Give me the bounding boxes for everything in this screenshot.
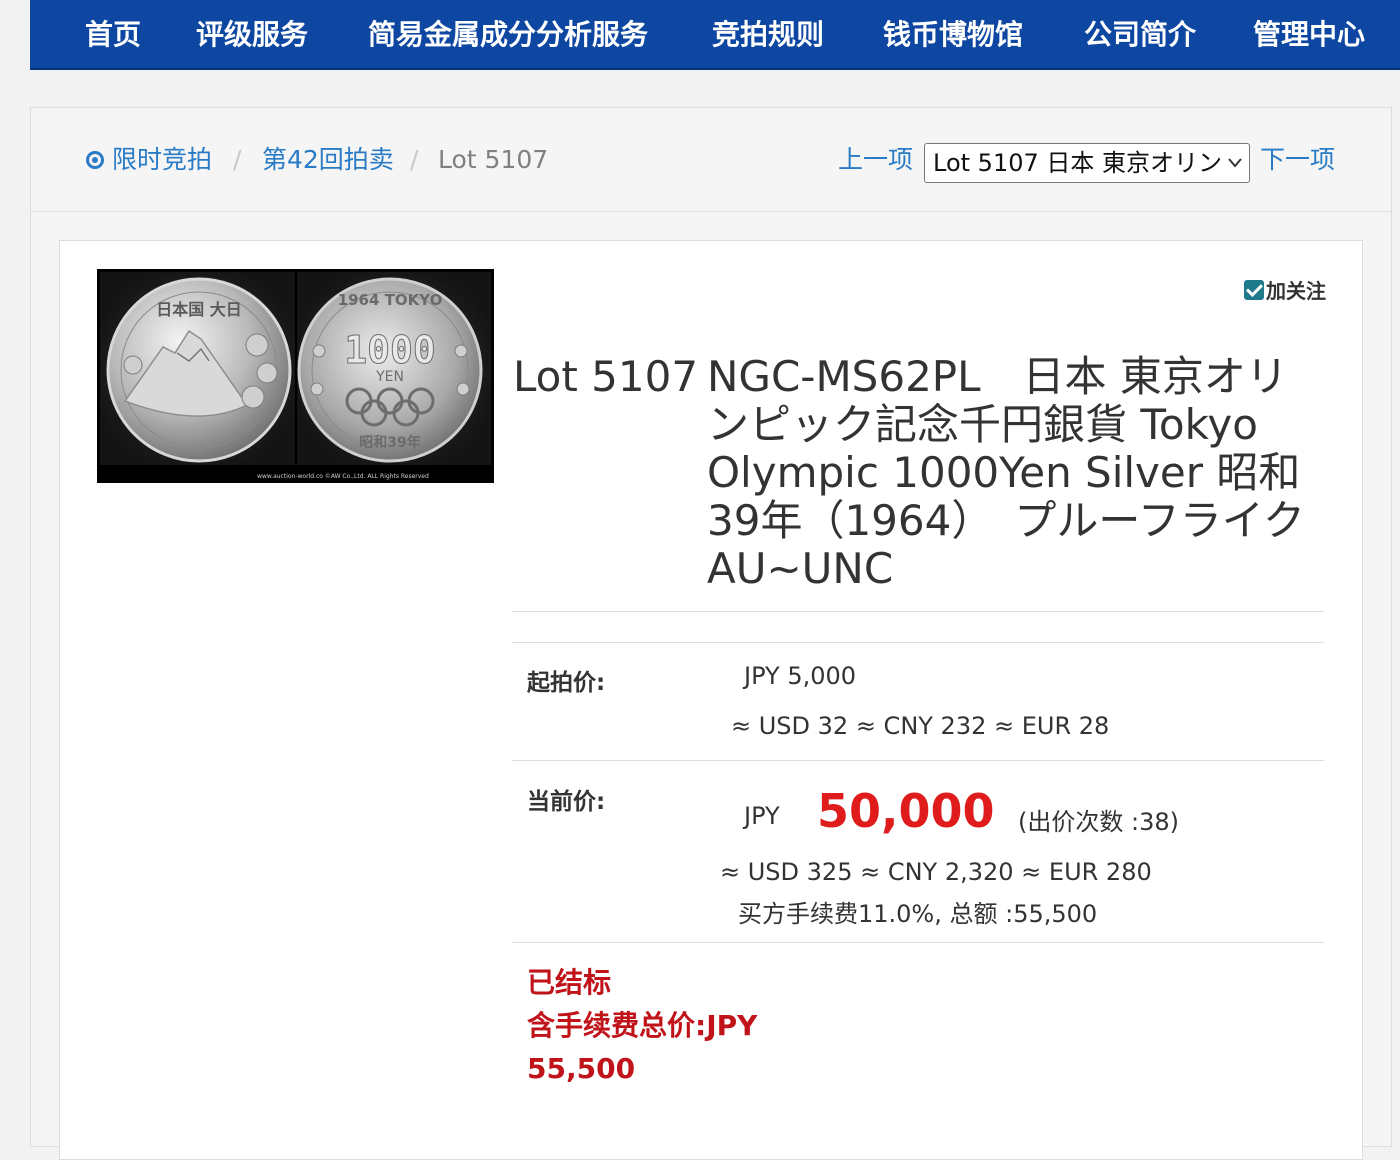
lot-select-value: Lot 5107 日本 東京オリンピック記念千円銀貨 bbox=[933, 149, 1221, 177]
lot-name: NGC-MS62PL 日本 東京オリンピック記念千円銀貨 Tokyo Olymp… bbox=[707, 352, 1305, 593]
breadcrumb-current-lot: Lot 5107 bbox=[438, 145, 549, 174]
breadcrumb: 限时竞拍 / 第42回拍卖 / Lot 5107 上一项 Lot 5107 日本… bbox=[31, 108, 1391, 212]
auction-status: 已结标 bbox=[527, 966, 612, 999]
lot-detail: 日本国 大日 1964 TOKYO 1000 YEN 昭和39年 www.auc… bbox=[59, 240, 1363, 1160]
breadcrumb-auction-42[interactable]: 第42回拍卖 bbox=[262, 144, 394, 176]
prev-lot-link[interactable]: 上一项 bbox=[838, 144, 913, 176]
coin-image[interactable]: 日本国 大日 1964 TOKYO 1000 YEN 昭和39年 www.auc… bbox=[97, 269, 494, 483]
current-price-value: 50,000 bbox=[817, 784, 995, 838]
checkbox-checked-icon bbox=[1244, 280, 1264, 300]
breadcrumb-separator: / bbox=[233, 145, 242, 174]
starting-price-label: 起拍价: bbox=[527, 670, 606, 696]
nav-item-grading-service[interactable]: 评级服务 bbox=[196, 0, 308, 70]
current-price-label: 当前价: bbox=[527, 789, 606, 815]
bid-count: (出价次数 :38) bbox=[1018, 808, 1179, 836]
breadcrumb-timed-auction[interactable]: 限时竞拍 bbox=[86, 144, 212, 176]
chevron-down-icon bbox=[1228, 158, 1242, 168]
total-price-label: 含手续费总价:JPY bbox=[527, 1009, 758, 1042]
breadcrumb-timed-auction-label: 限时竞拍 bbox=[112, 145, 213, 174]
top-navigation: 首页 评级服务 简易金属成分分析服务 竞拍规则 钱币博物馆 公司简介 管理中心 bbox=[30, 0, 1400, 70]
current-price-currency: JPY bbox=[744, 802, 780, 830]
nav-item-home[interactable]: 首页 bbox=[85, 0, 141, 70]
total-price-value: 55,500 bbox=[527, 1052, 636, 1085]
target-icon bbox=[86, 151, 104, 169]
follow-checkbox[interactable]: 加关注 bbox=[1244, 275, 1326, 304]
nav-item-metal-analysis-service[interactable]: 简易金属成分分析服务 bbox=[368, 0, 648, 70]
coin-photo: 日本国 大日 1964 TOKYO 1000 YEN 昭和39年 www.auc… bbox=[97, 269, 494, 483]
nav-item-admin-center[interactable]: 管理中心 bbox=[1253, 0, 1365, 70]
divider bbox=[512, 611, 1324, 612]
coin-obverse-text: 日本国 大日 bbox=[156, 300, 242, 319]
coin-reverse-value: 1000 bbox=[344, 328, 436, 372]
starting-price-converted: ≈ USD 32 ≈ CNY 232 ≈ EUR 28 bbox=[731, 712, 1110, 740]
divider bbox=[512, 760, 1324, 761]
coin-reverse-top: 1964 TOKYO bbox=[338, 291, 443, 309]
divider bbox=[512, 942, 1324, 943]
nav-item-company-profile[interactable]: 公司简介 bbox=[1084, 0, 1196, 70]
image-watermark: www.auction-world.co ©AW Co.,Ltd. ALL Ri… bbox=[257, 473, 429, 480]
lot-number: Lot 5107 bbox=[513, 352, 699, 401]
coin-reverse-unit: YEN bbox=[375, 369, 404, 385]
coin-reverse-bottom: 昭和39年 bbox=[359, 434, 420, 451]
buyer-fee-note: 买方手续费11.0%, 总额 :55,500 bbox=[738, 900, 1098, 928]
starting-price-value: JPY 5,000 bbox=[744, 662, 857, 690]
nav-item-coin-museum[interactable]: 钱币博物馆 bbox=[883, 0, 1023, 70]
divider bbox=[512, 642, 1324, 643]
current-price-converted: ≈ USD 325 ≈ CNY 2,320 ≈ EUR 280 bbox=[720, 858, 1152, 886]
breadcrumb-separator: / bbox=[410, 145, 419, 174]
lot-panel: 限时竞拍 / 第42回拍卖 / Lot 5107 上一项 Lot 5107 日本… bbox=[30, 107, 1392, 1160]
nav-item-auction-rules[interactable]: 竞拍规则 bbox=[712, 0, 824, 70]
follow-label: 加关注 bbox=[1266, 279, 1326, 303]
next-lot-link[interactable]: 下一项 bbox=[1260, 144, 1335, 176]
lot-select[interactable]: Lot 5107 日本 東京オリンピック記念千円銀貨 bbox=[924, 143, 1250, 183]
